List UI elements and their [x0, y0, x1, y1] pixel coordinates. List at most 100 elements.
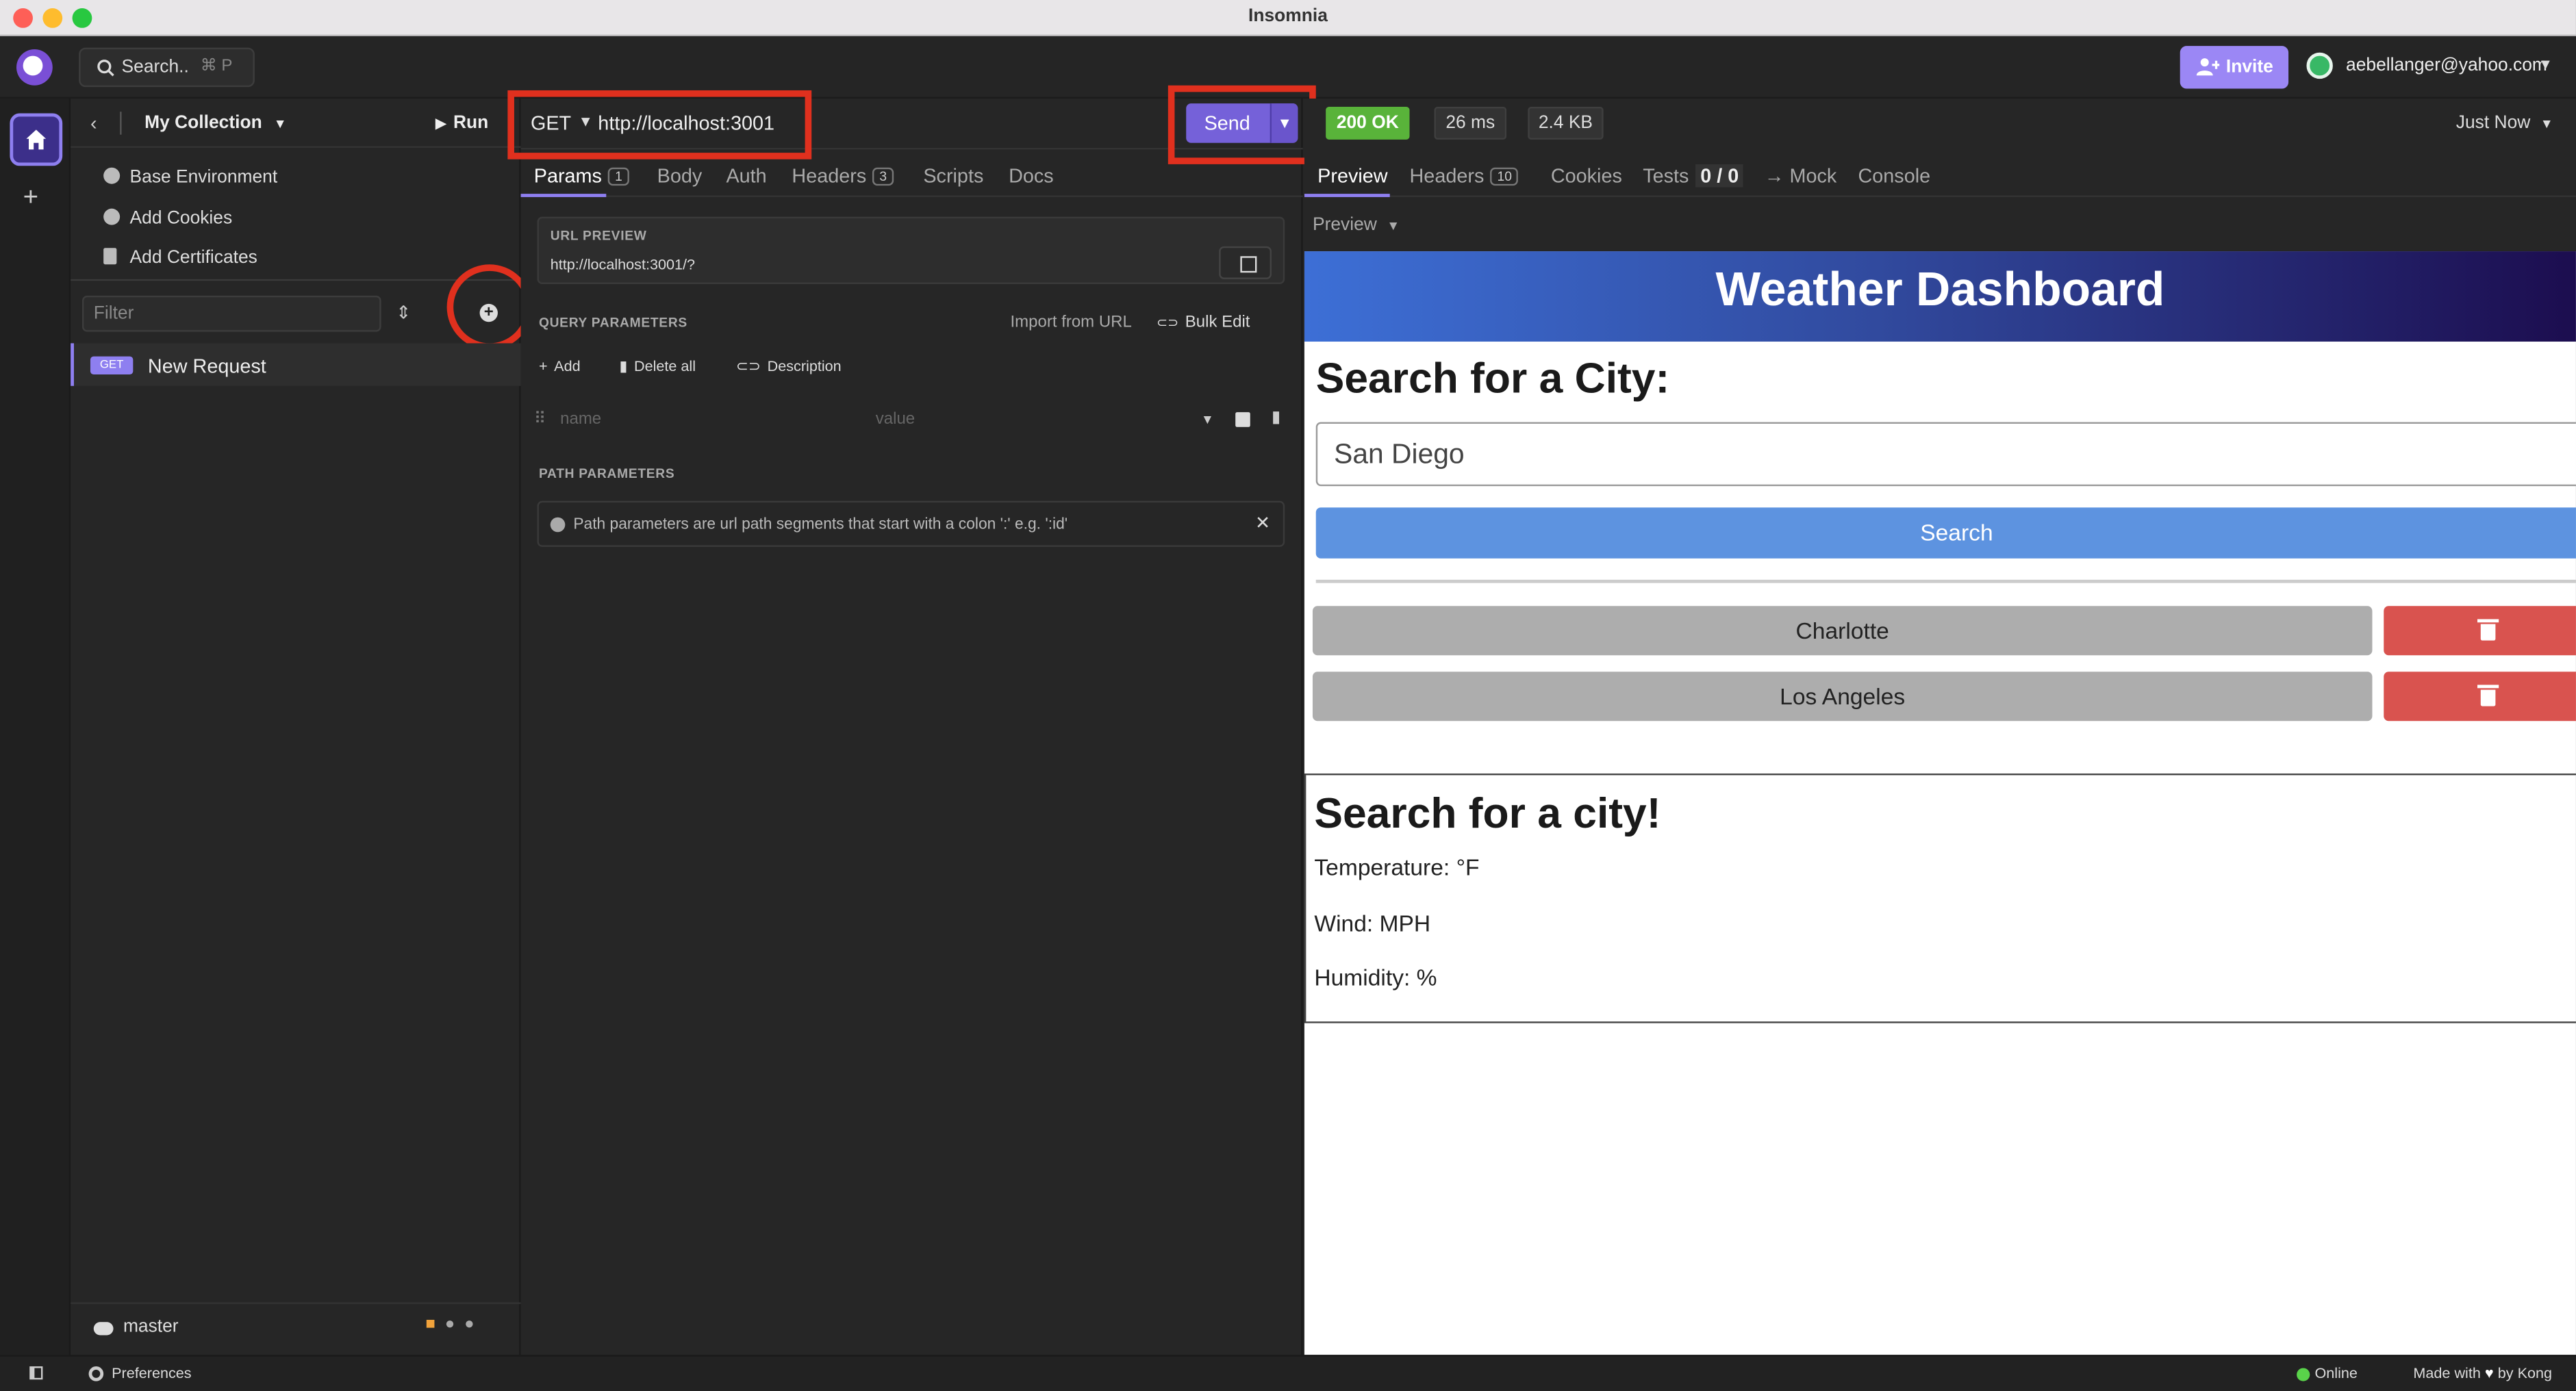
- delete-all-button[interactable]: ▮ Delete all: [619, 358, 696, 376]
- invite-button[interactable]: Invite: [2180, 46, 2289, 89]
- close-icon[interactable]: ✕: [1255, 513, 1270, 534]
- param-value-input[interactable]: value: [876, 411, 915, 429]
- history-city-button[interactable]: Charlotte: [1312, 606, 2373, 656]
- tab-response-headers[interactable]: Headers 10: [1409, 164, 1519, 188]
- sidebar-item-label: Add Certificates: [129, 248, 257, 268]
- tab-mock[interactable]: → Mock: [1765, 164, 1837, 188]
- city-search-input[interactable]: [1315, 422, 2576, 487]
- add-param-label: Add: [554, 358, 581, 374]
- filter-input[interactable]: [81, 295, 381, 332]
- response-pane: 200 OK 26 ms 2.4 KB Just Now ▼ Preview He…: [1304, 98, 2576, 1355]
- response-timestamp: Just Now: [2455, 113, 2531, 133]
- active-tab-indicator: [1304, 194, 1390, 197]
- tab-label: Params: [533, 164, 602, 188]
- preferences-button[interactable]: Preferences: [112, 1365, 191, 1381]
- sidebar-item-label: Add Cookies: [129, 208, 233, 229]
- trash-icon[interactable]: ▮: [1272, 409, 1280, 426]
- enabled-checkbox[interactable]: [1235, 412, 1250, 427]
- chevron-down-icon[interactable]: ▼: [2538, 56, 2553, 73]
- temperature-text: Temperature: °F: [1314, 854, 1480, 880]
- made-with-prefix: Made with: [2413, 1364, 2481, 1381]
- collection-name: My Collection: [144, 113, 262, 133]
- tab-headers[interactable]: Headers 3: [792, 164, 894, 187]
- back-icon[interactable]: ‹: [90, 112, 97, 135]
- param-name-input[interactable]: name: [560, 411, 601, 429]
- sidebar-header: ‹ My Collection ▼ ▶ Run: [71, 99, 521, 148]
- response-history-dropdown[interactable]: Just Now ▼: [2456, 114, 2553, 133]
- delete-city-button[interactable]: [2384, 672, 2576, 722]
- user-avatar[interactable]: [2306, 52, 2333, 79]
- response-time-badge: 26 ms: [1434, 106, 1507, 140]
- chevron-down-icon: ▼: [273, 116, 287, 131]
- add-project-icon[interactable]: +: [23, 184, 38, 214]
- search-icon: [97, 60, 114, 77]
- search-divider: [1315, 579, 2576, 583]
- tab-console[interactable]: Console: [1858, 164, 1930, 188]
- run-button[interactable]: ▶ Run: [435, 114, 489, 133]
- add-user-icon: [2196, 58, 2220, 76]
- request-list-item[interactable]: GET New Request: [71, 343, 521, 386]
- tab-auth[interactable]: Auth: [726, 164, 766, 188]
- cookie-icon: [103, 208, 121, 225]
- user-email[interactable]: aebellanger@yahoo.com: [2346, 56, 2547, 76]
- globe-icon: [103, 167, 121, 184]
- play-icon: ▶: [435, 114, 447, 131]
- url-bar: GET ▼ http://localhost:3001 Send ▼: [507, 85, 1316, 164]
- import-from-url-link[interactable]: Import from URL: [1011, 314, 1132, 331]
- home-button[interactable]: [10, 113, 63, 166]
- history-city-button[interactable]: Los Angeles: [1312, 672, 2373, 722]
- bulk-edit-toggle[interactable]: ⊂⊃ Bulk Edit: [1157, 314, 1250, 331]
- toggle-sidebar-icon[interactable]: [29, 1366, 43, 1380]
- request-name: New Request: [147, 355, 266, 378]
- insomnia-logo-icon[interactable]: [16, 49, 53, 86]
- tab-docs[interactable]: Docs: [1009, 164, 1054, 188]
- add-param-button[interactable]: + Add: [539, 358, 581, 374]
- description-toggle[interactable]: ⊂⊃ Description: [736, 358, 842, 376]
- status-badge: 200 OK: [1326, 106, 1410, 140]
- heart-icon: ♥: [2484, 1364, 2494, 1381]
- sync-status[interactable]: ■ ● ●: [425, 1316, 474, 1333]
- status-bar: Preferences Online Made with ♥ by Kong: [0, 1355, 2576, 1391]
- cloud-icon: [93, 1322, 114, 1336]
- tab-scripts[interactable]: Scripts: [923, 164, 983, 188]
- collection-dropdown[interactable]: My Collection ▼: [144, 114, 287, 133]
- cloud-upload-icon: ●: [464, 1315, 475, 1334]
- copy-url-button[interactable]: [1219, 246, 1272, 279]
- global-search-button[interactable]: Search.. ⌘ P: [79, 47, 255, 88]
- sidebar-item-label: Base Environment: [129, 167, 278, 188]
- query-param-row: ⠿ name value ▼ ▮: [534, 407, 1290, 437]
- bulk-edit-label: Bulk Edit: [1185, 314, 1250, 332]
- delete-city-button[interactable]: [2384, 606, 2576, 656]
- collection-sidebar: ‹ My Collection ▼ ▶ Run Base Environment …: [71, 98, 533, 1355]
- chevron-down-icon: ▼: [2540, 116, 2553, 131]
- tab-body[interactable]: Body: [657, 164, 703, 188]
- response-size-badge: 2.4 KB: [1528, 106, 1604, 140]
- drag-handle-icon[interactable]: ⠿: [534, 411, 546, 429]
- url-preview-value: http://localhost:3001/?: [550, 256, 696, 273]
- sidebar-footer: master ■ ● ●: [71, 1302, 521, 1355]
- url-preview-box: URL PREVIEW http://localhost:3001/?: [537, 216, 1285, 285]
- active-tab-indicator: [520, 194, 607, 197]
- gear-icon[interactable]: [88, 1366, 104, 1381]
- sort-icon[interactable]: ⇕: [396, 302, 411, 324]
- query-params-label: QUERY PARAMETERS: [538, 315, 687, 331]
- preview-mode-label: Preview: [1312, 215, 1377, 235]
- tab-label: Headers: [1409, 164, 1485, 188]
- headers-count-badge: 3: [872, 167, 894, 186]
- request-method-badge: GET: [90, 356, 134, 374]
- chevron-down-icon[interactable]: ▼: [1201, 412, 1214, 427]
- run-label: Run: [453, 113, 489, 133]
- tab-params[interactable]: Params 1: [533, 164, 629, 188]
- home-icon: [26, 129, 47, 150]
- annotation-box-url: [507, 90, 812, 159]
- preview-mode-dropdown[interactable]: Preview ▼: [1313, 215, 1400, 235]
- tab-tests[interactable]: Tests 0 / 0: [1643, 164, 1744, 188]
- made-with-kong-link[interactable]: Made with ♥ by Kong: [2413, 1365, 2552, 1381]
- sidebar-divider: [71, 279, 521, 281]
- branch-name[interactable]: master: [123, 1317, 179, 1337]
- tab-preview[interactable]: Preview: [1317, 164, 1387, 188]
- description-label: Description: [767, 358, 842, 374]
- request-pane: GET ▼ http://localhost:3001 Send ▼ Param…: [507, 85, 1316, 1355]
- tab-cookies[interactable]: Cookies: [1551, 164, 1622, 188]
- city-search-button[interactable]: Search: [1315, 507, 2576, 559]
